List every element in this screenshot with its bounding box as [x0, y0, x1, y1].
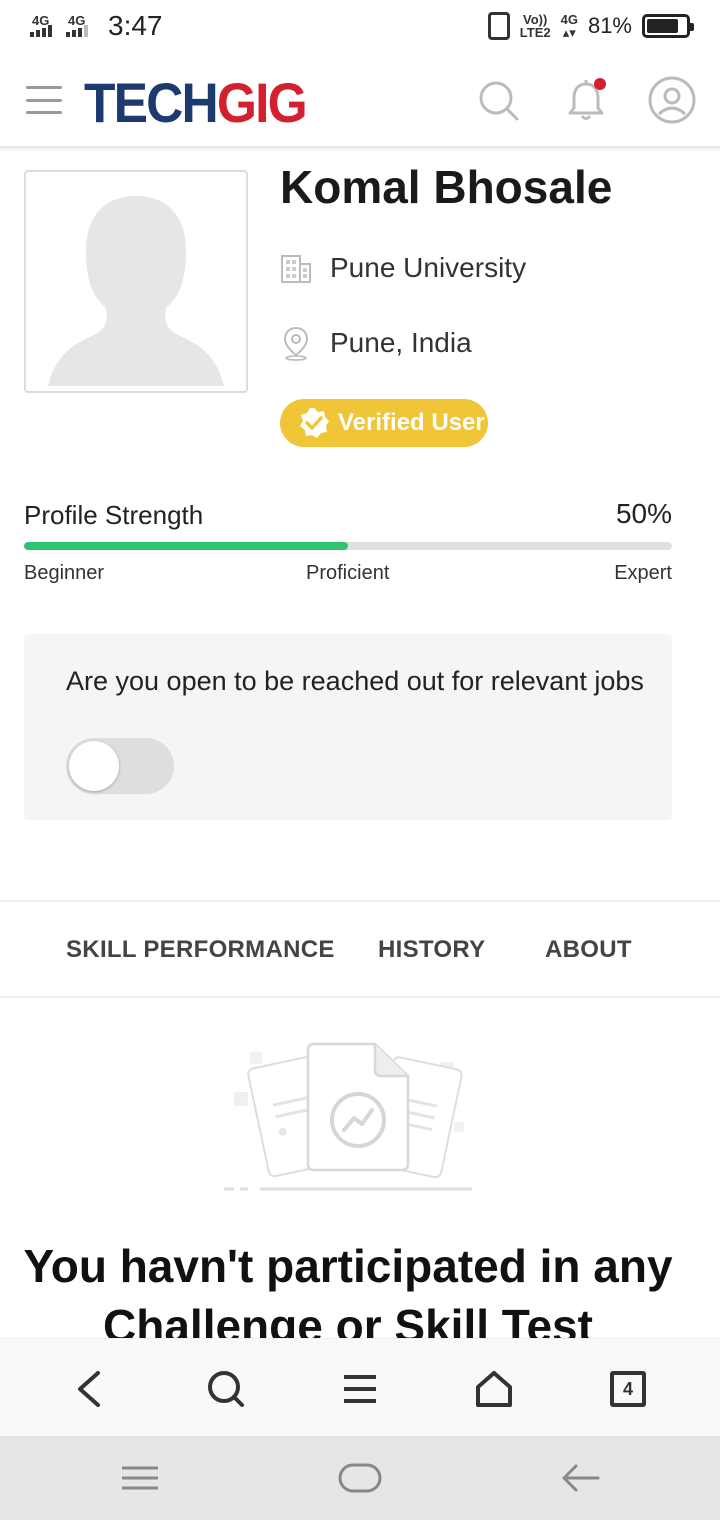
system-navigation-bar: [0, 1436, 720, 1520]
clock: 3:47: [108, 10, 163, 41]
network-indicator: 4G ▴▾: [560, 12, 578, 40]
open-to-jobs-question: Are you open to be reached out for relev…: [66, 666, 644, 696]
volte-indicator: Vo)) LTE2: [519, 12, 551, 40]
signal-icon: 4G: [30, 11, 60, 41]
location-row: Pune, India: [280, 325, 472, 361]
menu-icon[interactable]: [336, 1365, 384, 1413]
home-icon[interactable]: [470, 1365, 518, 1413]
profile-strength-bar: [24, 542, 672, 550]
back-icon[interactable]: [558, 1456, 602, 1500]
verified-badge: Verified User: [280, 399, 488, 447]
organization-row: Pune University: [280, 252, 526, 284]
tab-count: 4: [622, 1378, 633, 1399]
menu-icon[interactable]: [26, 86, 62, 114]
search-icon[interactable]: [474, 76, 522, 124]
battery-percent: 81%: [587, 13, 632, 38]
level-proficient: Proficient: [306, 562, 390, 584]
location-text: Pune, India: [330, 327, 472, 358]
profile-strength-value: 50%: [615, 498, 672, 529]
back-icon[interactable]: [66, 1365, 114, 1413]
verified-check-icon: [300, 408, 329, 438]
profile-tabs: SKILL PERFORMANCE HISTORY ABOUT: [0, 900, 720, 998]
profile-strength-fill: [24, 542, 348, 550]
tab-skill-performance[interactable]: SKILL PERFORMANCE: [66, 936, 335, 964]
profile-strength-label: Profile Strength: [24, 500, 204, 530]
location-pin-icon: [283, 326, 309, 361]
recents-icon[interactable]: [118, 1456, 162, 1500]
bell-icon[interactable]: [562, 76, 610, 124]
techgig-logo[interactable]: TECHGIG: [84, 70, 308, 135]
user-icon[interactable]: [648, 76, 696, 124]
avatar-placeholder-icon: [48, 196, 224, 386]
browser-toolbar: 4: [0, 1338, 720, 1436]
open-to-jobs-card: Are you open to be reached out for relev…: [24, 634, 672, 820]
tab-history[interactable]: HISTORY: [378, 936, 485, 964]
home-icon[interactable]: [336, 1456, 384, 1500]
level-expert: Expert: [614, 562, 672, 584]
battery-icon: [642, 14, 694, 38]
profile-name: Komal Bhosale: [280, 161, 613, 213]
search-icon[interactable]: [202, 1365, 250, 1413]
verified-label: Verified User: [338, 409, 485, 436]
signal-icon: 4G: [66, 11, 96, 41]
vibrate-icon: [487, 12, 510, 40]
empty-documents-illustration: [224, 1042, 472, 1191]
building-icon: [281, 255, 311, 283]
level-beginner: Beginner: [24, 562, 105, 584]
app-header: TECHGIG: [0, 56, 720, 148]
tabs-icon[interactable]: 4: [610, 1371, 646, 1407]
tab-about[interactable]: ABOUT: [545, 936, 632, 964]
open-to-jobs-toggle[interactable]: [66, 738, 174, 794]
organization-text: Pune University: [330, 252, 527, 283]
status-bar: 4G 4G 3:47 Vo)) LTE2 4G ▴▾ 81%: [0, 0, 720, 56]
avatar[interactable]: [24, 170, 248, 393]
notification-dot: [594, 78, 606, 90]
